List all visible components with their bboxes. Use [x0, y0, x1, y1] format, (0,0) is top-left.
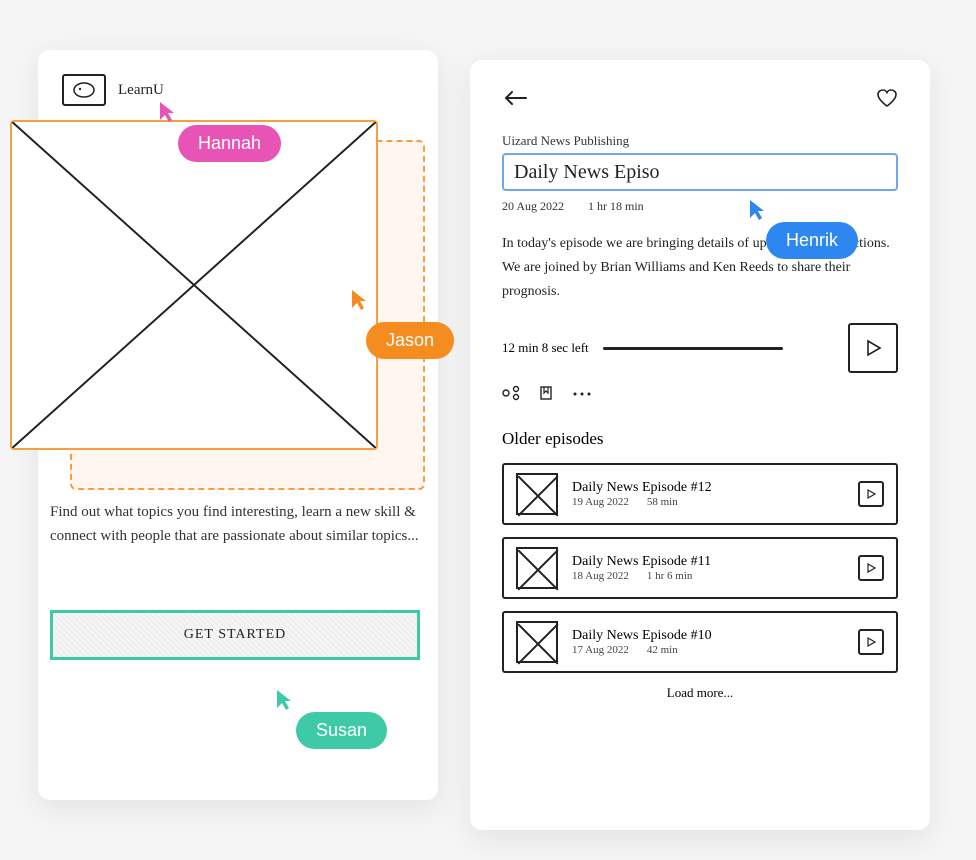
- back-arrow-icon[interactable]: [502, 89, 528, 112]
- episode-meta: 20 Aug 2022 1 hr 18 min: [502, 199, 898, 214]
- episode-play-icon[interactable]: [858, 481, 884, 507]
- older-episodes-heading: Older episodes: [502, 429, 898, 449]
- episode-info: Daily News Episode #12 19 Aug 2022 58 mi…: [572, 480, 844, 508]
- logo-text: LearnU: [118, 82, 164, 99]
- episode-item-title: Daily News Episode #10: [572, 628, 844, 644]
- share-icon[interactable]: [502, 385, 520, 405]
- cursor-icon-henrik: [748, 198, 766, 222]
- episode-item-date: 19 Aug 2022: [572, 496, 629, 508]
- collaborator-label-susan: Susan: [296, 712, 387, 749]
- cursor-icon-jason: [350, 288, 368, 312]
- episode-item-title: Daily News Episode #11: [572, 554, 844, 570]
- intro-paragraph: Find out what topics you find interestin…: [50, 500, 420, 548]
- logo-icon: [62, 74, 106, 106]
- action-icon-row: [502, 385, 898, 405]
- episode-play-icon[interactable]: [858, 629, 884, 655]
- play-button[interactable]: [848, 323, 898, 373]
- cursor-icon-susan: [275, 688, 293, 712]
- episode-info: Daily News Episode #10 17 Aug 2022 42 mi…: [572, 628, 844, 656]
- episode-thumbnail-icon: [516, 621, 558, 663]
- cta-label: GET STARTED: [184, 627, 287, 643]
- episode-item-date: 17 Aug 2022: [572, 644, 629, 656]
- episode-duration: 1 hr 18 min: [588, 199, 644, 214]
- hero-image-placeholder[interactable]: [10, 120, 378, 450]
- episode-date: 20 Aug 2022: [502, 199, 564, 214]
- episode-item-duration: 1 hr 6 min: [647, 570, 693, 582]
- get-started-button[interactable]: GET STARTED: [50, 610, 420, 660]
- collaborator-label-hannah: Hannah: [178, 125, 281, 162]
- collaborator-label-henrik: Henrik: [766, 222, 858, 259]
- player-row: 12 min 8 sec left: [502, 323, 898, 373]
- right-wireframe-panel: Uizard News Publishing 20 Aug 2022 1 hr …: [470, 60, 930, 830]
- episode-thumbnail-icon: [516, 473, 558, 515]
- time-remaining: 12 min 8 sec left: [502, 340, 589, 356]
- cursor-icon-hannah: [158, 100, 176, 124]
- bookmark-icon[interactable]: [538, 385, 554, 405]
- heart-icon[interactable]: [876, 88, 898, 113]
- topbar: [502, 88, 898, 113]
- episode-item-date: 18 Aug 2022: [572, 570, 629, 582]
- more-icon[interactable]: [572, 385, 592, 405]
- episode-play-icon[interactable]: [858, 555, 884, 581]
- progress-fill: [603, 347, 783, 350]
- logo-row: LearnU: [62, 74, 414, 106]
- episode-thumbnail-icon: [516, 547, 558, 589]
- episode-row[interactable]: Daily News Episode #12 19 Aug 2022 58 mi…: [502, 463, 898, 525]
- progress-track[interactable]: [603, 345, 834, 351]
- publisher-name: Uizard News Publishing: [502, 133, 898, 149]
- episode-item-duration: 42 min: [647, 644, 678, 656]
- episode-info: Daily News Episode #11 18 Aug 2022 1 hr …: [572, 554, 844, 582]
- episode-item-title: Daily News Episode #12: [572, 480, 844, 496]
- episode-row[interactable]: Daily News Episode #10 17 Aug 2022 42 mi…: [502, 611, 898, 673]
- collaborator-label-jason: Jason: [366, 322, 454, 359]
- episode-title-input[interactable]: [502, 153, 898, 191]
- load-more-button[interactable]: Load more...: [502, 685, 898, 701]
- episode-item-duration: 58 min: [647, 496, 678, 508]
- episode-row[interactable]: Daily News Episode #11 18 Aug 2022 1 hr …: [502, 537, 898, 599]
